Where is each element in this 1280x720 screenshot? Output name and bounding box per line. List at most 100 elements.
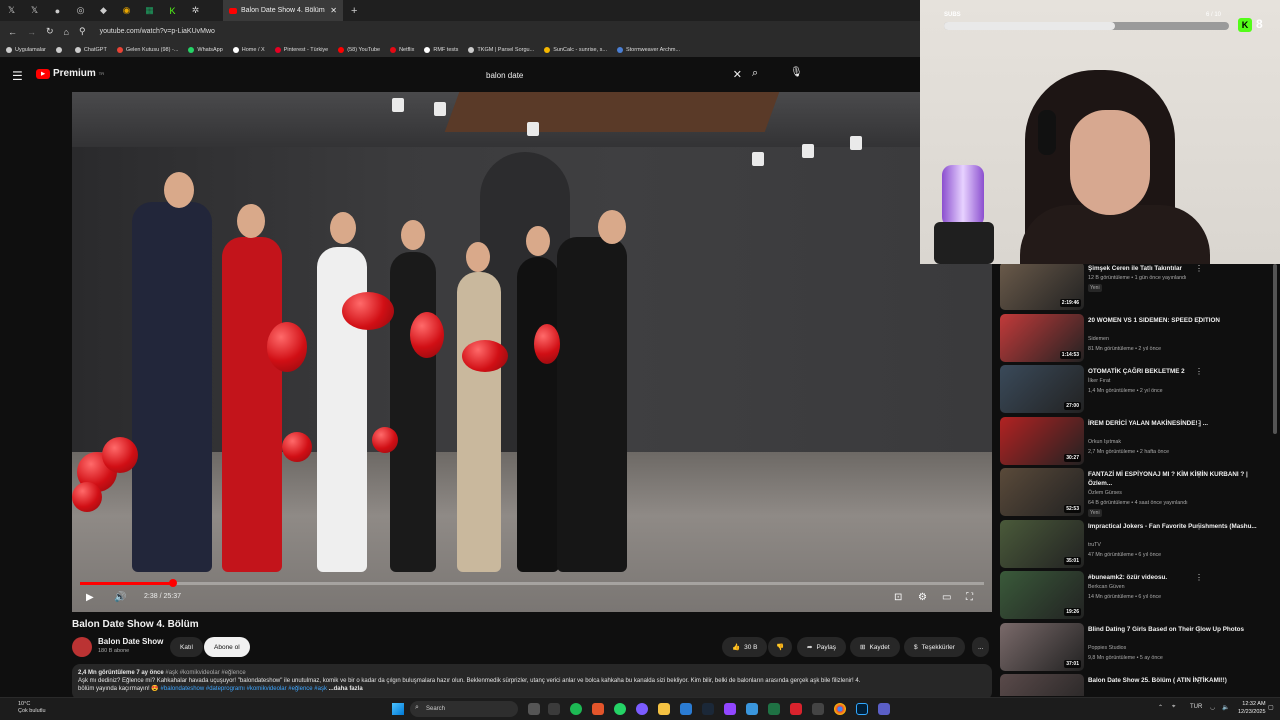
search-input[interactable]: balon date ✕ — [478, 65, 748, 85]
recommendation-thumbnail[interactable]: 19:26 — [1000, 571, 1084, 619]
bookmark-item[interactable]: SunCalc - sunrise, s... — [544, 46, 607, 53]
recommendation-channel[interactable]: truTV — [1088, 542, 1101, 548]
more-options-icon[interactable]: ⋮ — [1195, 367, 1203, 376]
office-icon[interactable] — [592, 703, 604, 715]
join-button[interactable]: Katıl — [170, 637, 204, 657]
clock[interactable]: 12:32 AM 12/23/2025 — [1238, 701, 1266, 716]
recommendation-item[interactable]: 35:01 Impractical Jokers - Fan Favorite P… — [1000, 519, 1274, 570]
clear-search-icon[interactable]: ✕ — [733, 68, 742, 81]
recommendation-channel[interactable]: Berkcan Güven — [1088, 584, 1125, 590]
recommendation-channel[interactable]: Poppies Studios — [1088, 645, 1126, 651]
thanks-button[interactable]: $ Teşekkürler — [904, 637, 965, 657]
tray-chevron-icon[interactable]: ⌃ — [1158, 704, 1163, 711]
play-icon[interactable]: ▶ — [86, 592, 94, 603]
recommendation-item[interactable]: 2:19:46 Şimşek Ceren ile Tatlı Takıntılar… — [1000, 264, 1274, 312]
show-more-link[interactable]: ...daha fazla — [329, 686, 363, 692]
miniplayer-icon[interactable]: ▭ — [942, 592, 951, 603]
bookmark-item[interactable]: Pinterest - Türkiye — [274, 46, 328, 53]
progress-scrubber[interactable] — [169, 579, 178, 587]
save-button[interactable]: ⊞ Kaydet — [850, 637, 900, 657]
recommendation-channel[interactable]: Özlem Gürses — [1088, 490, 1122, 496]
video-player[interactable] — [72, 92, 992, 612]
description-hashtags[interactable]: #balondateshow #dateprogramı #komikvideo… — [161, 686, 327, 692]
sheets-icon[interactable]: ▦ — [138, 0, 161, 21]
wifi-icon[interactable]: ◡ — [1210, 704, 1215, 711]
recommendation-thumbnail[interactable]: 27:00 — [1000, 365, 1084, 413]
recommendation-item[interactable]: Balon Date Show 25. Bölüm ( ATIN İNTİKAM… — [1000, 674, 1274, 696]
tray-location-icon[interactable]: ⌖ — [1172, 704, 1175, 711]
kick-icon[interactable]: K — [161, 0, 184, 21]
bookmark-item[interactable] — [55, 46, 65, 53]
more-options-icon[interactable]: ⋮ — [1195, 522, 1203, 531]
recommendation-title[interactable]: 20 WOMEN VS 1 SIDEMEN: SPEED EDITION — [1088, 316, 1258, 325]
tab-close-icon[interactable]: ✕ — [330, 6, 337, 15]
more-options-icon[interactable]: ⋮ — [1195, 264, 1203, 273]
progress-bar[interactable] — [80, 579, 984, 587]
recommendation-title[interactable]: Blind Dating 7 Girls Based on Their Glow… — [1088, 625, 1258, 634]
bookmark-item[interactable]: Gelen Kutusu (98) -... — [116, 46, 178, 53]
language-indicator[interactable]: TUR — [1190, 704, 1202, 710]
recommendation-title[interactable]: Impractical Jokers - Fan Favorite Punish… — [1088, 522, 1258, 531]
recommendation-title[interactable]: #buneamk2: özür videosu. — [1088, 573, 1258, 582]
tab-active[interactable]: Balon Date Show 4. Bölüm ✕ — [223, 0, 343, 21]
recommendation-thumbnail[interactable] — [1000, 674, 1084, 696]
recommendation-thumbnail[interactable]: 35:01 — [1000, 519, 1084, 568]
recommendation-title[interactable]: İREM DERİCİ YALAN MAKİNESİNDE! | ... — [1088, 419, 1258, 428]
more-options-icon[interactable]: ⋮ — [1195, 573, 1203, 582]
bookmark-item[interactable]: WhatsApp — [188, 46, 223, 53]
recommendation-thumbnail[interactable]: 2:19:46 — [1000, 264, 1084, 310]
recommendation-item[interactable]: 1:14:53 20 WOMEN VS 1 SIDEMEN: SPEED EDIT… — [1000, 313, 1274, 364]
bookmark-item[interactable]: TKGM | Parsel Sorgu... — [468, 46, 534, 53]
recommendation-title[interactable]: Balon Date Show 25. Bölüm ( ATIN İNTİKAM… — [1088, 676, 1258, 685]
home-icon[interactable]: ⌂ — [64, 27, 69, 37]
like-button[interactable]: 👍 30 B — [722, 637, 768, 657]
settings-icon[interactable]: ✲ — [184, 0, 207, 21]
volume-tray-icon[interactable]: 🔈 — [1222, 704, 1229, 711]
fullscreen-icon[interactable]: ⛶ — [966, 592, 973, 603]
recommendation-title[interactable]: OTOMATİK ÇAĞRI BEKLETME 2 — [1088, 367, 1258, 376]
recommendation-thumbnail[interactable]: 37:01 — [1000, 622, 1084, 671]
forward-icon[interactable]: → — [27, 27, 36, 37]
chrome-icon[interactable] — [834, 703, 846, 715]
more-options-icon[interactable]: ⋮ — [1195, 316, 1203, 325]
teams-icon[interactable] — [878, 703, 890, 715]
site-info-icon[interactable]: ⚲ — [79, 26, 86, 37]
microphone-icon[interactable]: 🎙 — [790, 67, 803, 78]
notion-icon[interactable]: ◆ — [92, 0, 115, 21]
more-actions-button[interactable]: ... — [972, 637, 990, 657]
calculator-icon[interactable] — [548, 703, 560, 715]
url-field[interactable]: youtube.com/watch?v=p-LiaKUvMwo — [100, 28, 215, 35]
recommendation-item[interactable]: 37:01 Blind Dating 7 Girls Based on Their… — [1000, 622, 1274, 673]
volume-icon[interactable]: 🔊 — [114, 592, 126, 603]
messenger-icon[interactable] — [636, 703, 648, 715]
steam-icon[interactable] — [702, 703, 714, 715]
recommendation-channel[interactable]: Orkun Işıtmak — [1088, 439, 1121, 445]
file-explorer-icon[interactable] — [658, 703, 670, 715]
x-icon[interactable]: 𝕏 — [0, 0, 23, 21]
recommendation-thumbnail[interactable]: 52:53 — [1000, 468, 1084, 516]
spotify-icon[interactable] — [570, 703, 582, 715]
recommendation-item[interactable]: 30:27 İREM DERİCİ YALAN MAKİNESİNDE! | ..… — [1000, 416, 1274, 467]
bookmark-item[interactable]: (58) YouTube — [338, 46, 380, 53]
bookmark-item[interactable]: RMF tests — [424, 46, 458, 53]
bookmark-item[interactable]: Uygulamalar — [6, 46, 46, 53]
recommendation-title[interactable]: FANTAZİ Mİ ESPİYONAJ MI ? KİM KİMİN KURB… — [1088, 470, 1258, 489]
whatsapp-icon[interactable] — [614, 703, 626, 715]
reload-icon[interactable]: ↻ — [46, 26, 54, 37]
subtitles-icon[interactable]: ⊡ — [894, 592, 902, 603]
more-options-icon[interactable]: ⋮ — [1195, 676, 1203, 685]
youtube-logo[interactable]: ▶ Premium TR — [36, 68, 104, 79]
taskbar-search[interactable]: ⌕ Search — [410, 701, 518, 717]
notification-icon[interactable]: ▢ — [1268, 704, 1274, 711]
back-icon[interactable]: ← — [8, 27, 17, 37]
recommendation-item[interactable]: 19:26 #buneamk2: özür videosu. Berkcan Güv… — [1000, 571, 1274, 621]
photoshop-icon[interactable] — [856, 703, 868, 715]
start-icon[interactable] — [392, 703, 404, 715]
game-icon[interactable]: ◉ — [115, 0, 138, 21]
bookmark-item[interactable]: Home / X — [232, 46, 265, 53]
bookmark-item[interactable]: ChatGPT — [74, 46, 107, 53]
word-icon[interactable] — [680, 703, 692, 715]
dislike-button[interactable]: 👎 — [768, 637, 793, 657]
settings-icon[interactable]: ⚙ — [918, 592, 927, 603]
app-icon-2[interactable] — [746, 703, 758, 715]
